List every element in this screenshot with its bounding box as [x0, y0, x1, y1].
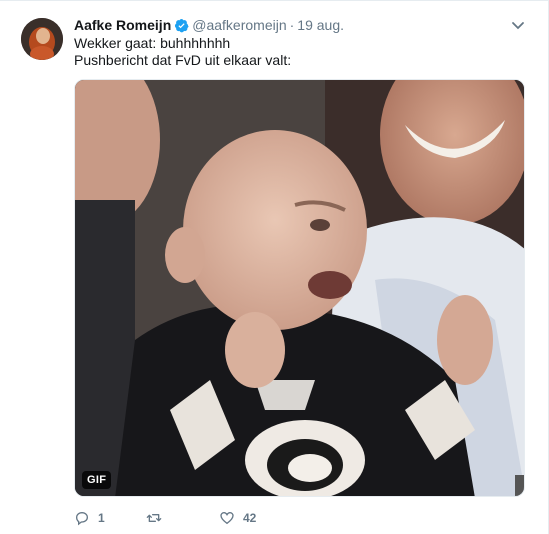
tweet-text-line: Pushbericht dat FvD uit elkaar valt: — [74, 52, 292, 68]
tweet-text: Wekker gaat: buhhhhhhh Pushbericht dat F… — [74, 35, 291, 69]
heart-icon — [220, 511, 234, 525]
gif-media[interactable]: GIF — [74, 79, 525, 497]
user-handle[interactable]: @aafkeromeijn — [192, 17, 286, 33]
verified-badge-icon — [174, 18, 189, 33]
like-count: 42 — [243, 511, 257, 525]
chevron-down-icon[interactable] — [511, 19, 525, 31]
reply-count: 1 — [98, 511, 105, 525]
separator: · — [289, 17, 295, 33]
tweet-card[interactable]: Aafke Romeijn @aafkeromeijn · 19 aug. Wekke… — [0, 0, 549, 534]
tweet-text-line: Wekker gaat: buhhhhhhh — [74, 35, 231, 51]
timestamp-link[interactable]: 19 aug. — [297, 17, 344, 33]
tweet-header: Aafke Romeijn @aafkeromeijn · 19 aug. — [74, 16, 344, 34]
display-name[interactable]: Aafke Romeijn — [74, 17, 171, 33]
avatar[interactable] — [21, 18, 63, 60]
retweet-button[interactable] — [146, 510, 170, 526]
retweet-icon — [146, 514, 162, 522]
reply-button[interactable]: 1 — [74, 510, 105, 526]
like-button[interactable]: 42 — [219, 510, 256, 526]
gif-frame — [75, 80, 524, 496]
reply-icon — [75, 511, 89, 526]
gif-badge: GIF — [82, 471, 112, 489]
